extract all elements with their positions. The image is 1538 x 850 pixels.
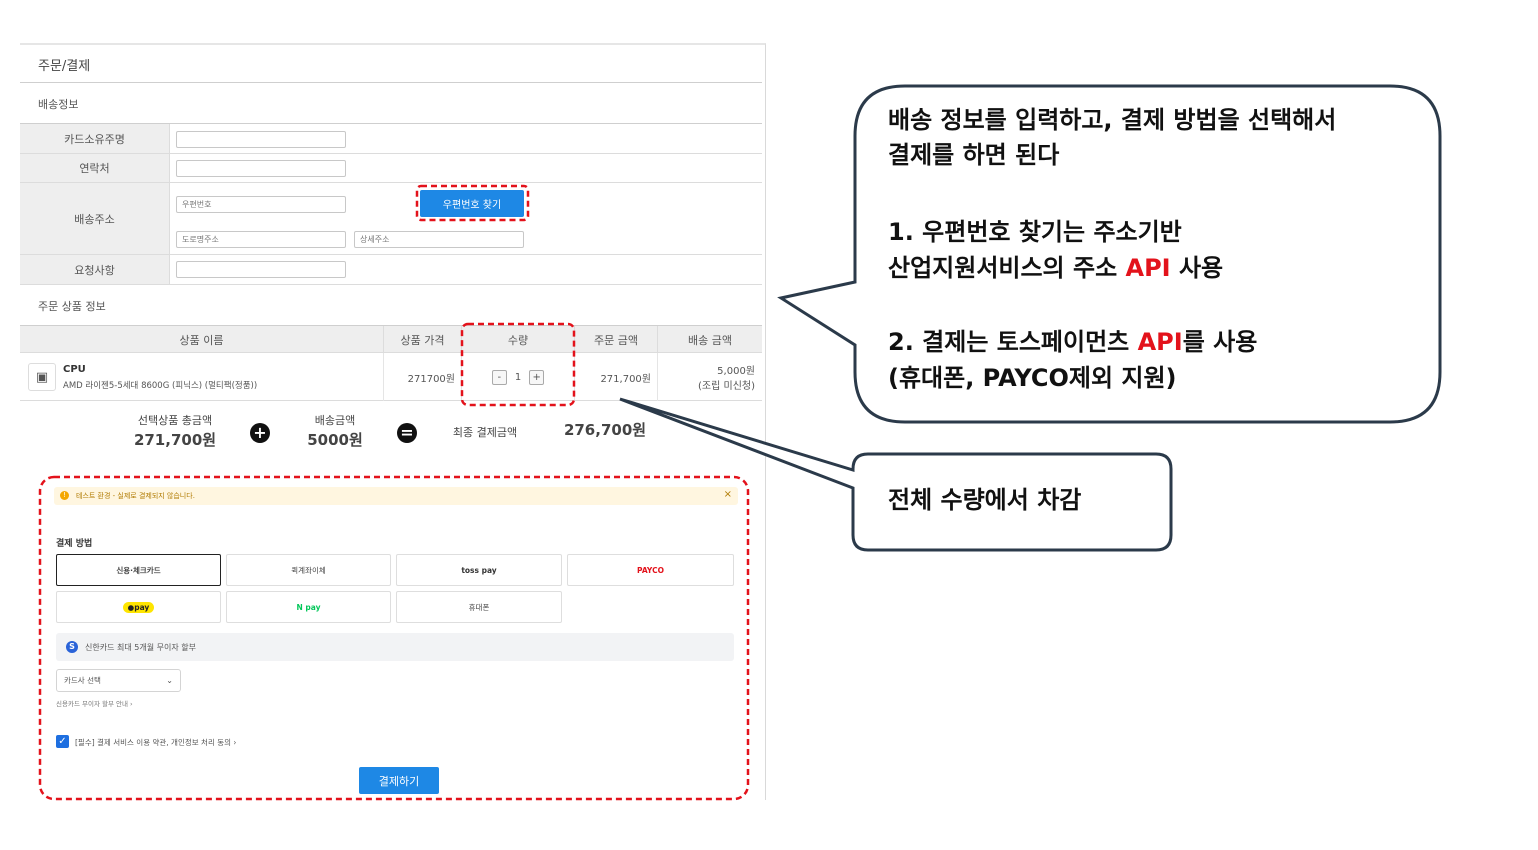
item1-line-1: 1. 우편번호 찾기는 주소기반: [888, 218, 1182, 246]
item1-text: 1. 우편번호 찾기는 주소기반 산업지원서비스의 주소 API 사용: [888, 214, 1223, 286]
item2-line-2: (휴대폰, PAYCO제외 지원): [888, 364, 1177, 392]
pay-button[interactable]: 결제하기: [359, 767, 439, 794]
product-name: CPU: [63, 364, 86, 375]
cpu-icon: ▣: [28, 363, 56, 391]
header-product-price: 상품 가격: [384, 326, 462, 354]
main-line-1: 배송 정보를 입력하고, 결제 방법을 선택해서: [888, 106, 1337, 134]
header-product-name: 상품 이름: [20, 326, 384, 354]
item2-pre: 2. 결제는 토스페이먼츠: [888, 328, 1138, 356]
qty-plus-button[interactable]: +: [529, 369, 545, 385]
quantity-stepper: - 1 +: [462, 353, 575, 401]
test-env-notice: ! 테스트 환경 - 실제로 결제되지 않습니다. ×: [54, 487, 738, 505]
request-label: 요청사항: [20, 255, 170, 284]
road-address-input[interactable]: 도로명주소: [176, 231, 346, 248]
main-callout-text: 배송 정보를 입력하고, 결제 방법을 선택해서 결제를 하면 된다: [888, 103, 1336, 173]
page-title: 주문/결제: [38, 59, 91, 74]
card-select-value: 카드사 선택: [64, 676, 101, 685]
contact-row: 연락처: [20, 154, 762, 183]
item1-line-2: 산업지원서비스의 주소 API 사용: [888, 250, 1223, 286]
pay-option-kakaopay[interactable]: ●pay: [56, 591, 221, 623]
contact-input[interactable]: [176, 160, 346, 177]
card-owner-row: 카드소유주명: [20, 123, 762, 154]
ship-amount: 5,000원: [717, 366, 755, 377]
product-section-title: 주문 상품 정보: [38, 300, 106, 313]
final-total-label: 최종 결제금액: [452, 426, 518, 439]
product-price: 271700원: [384, 353, 462, 401]
pay-option-payco[interactable]: PAYCO: [567, 554, 734, 586]
order-amount: 271,700원: [575, 353, 658, 401]
ship-note: (조립 미신청): [698, 381, 755, 392]
header-quantity: 수량: [462, 326, 575, 354]
item2-post: 를 사용: [1182, 328, 1258, 356]
ship-total-label: 배송금액: [314, 414, 356, 427]
close-icon[interactable]: ×: [724, 489, 732, 500]
request-input[interactable]: [176, 261, 346, 278]
item2-line-1: 2. 결제는 토스페이먼츠 API를 사용: [888, 324, 1257, 360]
table-row: ▣ CPU AMD 라이젠5-5세대 8600G (피닉스) (멀티팩(정품))…: [20, 353, 762, 401]
items-total-label: 선택상품 총금액: [137, 414, 213, 427]
ship-amount-cell: 5,000원 (조립 미신청): [658, 353, 762, 401]
zip-search-button[interactable]: 우편번호 찾기: [420, 190, 524, 217]
qty-value: 1: [514, 371, 522, 383]
installment-info-link[interactable]: 신용카드 무이자 할부 안내 ›: [56, 698, 133, 708]
card-company-select[interactable]: 카드사 선택 ⌄: [56, 669, 181, 692]
warning-icon: !: [60, 491, 69, 500]
pay-option-npay[interactable]: N pay: [226, 591, 391, 623]
items-total-value: 271,700원: [133, 431, 217, 449]
item2-text: 2. 결제는 토스페이먼츠 API를 사용 (휴대폰, PAYCO제외 지원): [888, 324, 1257, 396]
kakaopay-logo: ●pay: [122, 601, 155, 613]
final-total-value: 276,700원: [563, 421, 647, 439]
header-ship-amount: 배송 금액: [688, 334, 732, 347]
pay-option-phone[interactable]: 휴대폰: [396, 591, 562, 623]
product-description: AMD 라이젠5-5세대 8600G (피닉스) (멀티팩(정품)): [63, 381, 258, 391]
product-table-header: 상품 이름 상품 가격 수량 주문 금액 배송 금액: [20, 325, 762, 354]
request-row: 요청사항: [20, 255, 762, 285]
shipping-section-title: 배송정보: [38, 98, 79, 111]
shinhan-icon: S: [66, 641, 78, 653]
order-page-panel: 주문/결제 배송정보 카드소유주명 연락처 배송주소 우편번호 우편번호 찾기 …: [20, 43, 766, 800]
address-row: 배송주소 우편번호 우편번호 찾기 도로명주소 상세주소: [20, 183, 762, 255]
promo-banner: S 신한카드 최대 5개월 무이자 할부: [56, 633, 734, 661]
header-order-amount: 주문 금액: [575, 326, 658, 354]
contact-label: 연락처: [20, 154, 170, 182]
payment-method-title: 결제 방법: [56, 539, 93, 549]
pay-option-card[interactable]: 신용·체크카드: [56, 554, 221, 586]
equals-icon: =: [397, 423, 417, 443]
divider: [20, 82, 762, 83]
address-label: 배송주소: [20, 183, 170, 254]
chevron-down-icon: ⌄: [166, 676, 173, 685]
ship-total-value: 5000원: [307, 431, 363, 449]
pay-option-transfer[interactable]: 퀵계좌이체: [226, 554, 391, 586]
item1-api-highlight: API: [1125, 254, 1171, 282]
item2-api-highlight: API: [1137, 328, 1183, 356]
card-owner-input[interactable]: [176, 131, 346, 148]
qty-minus-button[interactable]: -: [491, 369, 507, 385]
detail-address-input[interactable]: 상세주소: [354, 231, 524, 248]
item1-line-2-pre: 산업지원서비스의 주소: [888, 254, 1126, 282]
item1-line-2-post: 사용: [1170, 254, 1224, 282]
quantity-callout-text: 전체 수량에서 차감: [888, 486, 1082, 514]
agree-checkbox[interactable]: ✓: [56, 735, 69, 748]
pay-option-tosspay[interactable]: toss pay: [396, 554, 562, 586]
zip-input[interactable]: 우편번호: [176, 196, 346, 213]
agree-text[interactable]: [필수] 결제 서비스 이용 약관, 개인정보 처리 동의 ›: [75, 737, 236, 748]
promo-text: 신한카드 최대 5개월 무이자 할부: [85, 643, 196, 652]
product-cell: ▣ CPU AMD 라이젠5-5세대 8600G (피닉스) (멀티팩(정품)): [20, 353, 384, 401]
plus-icon: +: [250, 423, 270, 443]
main-line-2: 결제를 하면 된다: [888, 141, 1060, 169]
card-owner-label: 카드소유주명: [20, 124, 170, 153]
notice-text: 테스트 환경 - 실제로 결제되지 않습니다.: [76, 492, 195, 500]
